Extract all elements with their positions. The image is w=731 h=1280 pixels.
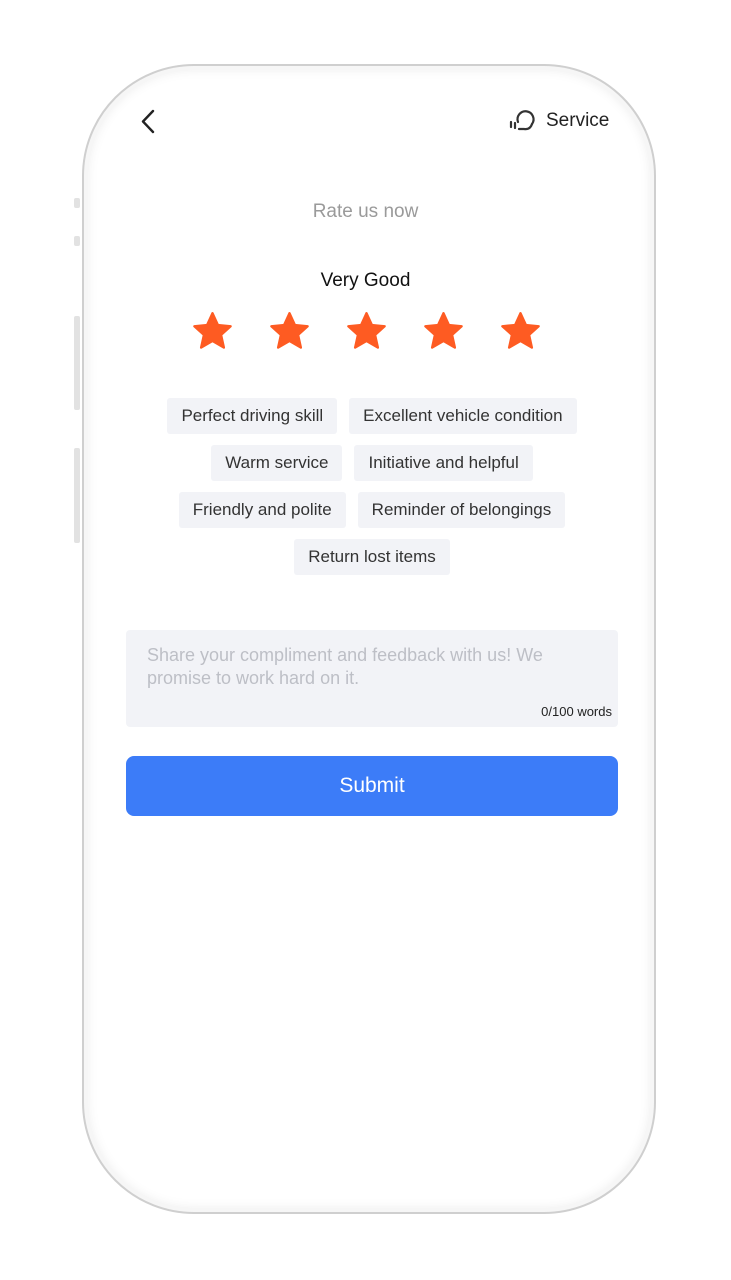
star-icon[interactable]: [421, 309, 466, 354]
feedback-placeholder: Share your compliment and feedback with …: [147, 645, 543, 688]
tag-chip[interactable]: Perfect driving skill: [167, 398, 338, 434]
rating-level-label: Very Good: [320, 270, 411, 291]
star-icon[interactable]: [190, 309, 235, 354]
headset-icon: [509, 110, 535, 131]
service-button[interactable]: Service: [508, 108, 609, 134]
tag-chip[interactable]: Return lost items: [294, 539, 450, 575]
service-label: Service: [546, 110, 610, 131]
star-icon[interactable]: [498, 309, 543, 354]
phone-side-button: [74, 236, 80, 246]
rate-prompt: Rate us now: [312, 201, 419, 222]
star-rating[interactable]: [1, 309, 731, 354]
tag-chip[interactable]: Warm service: [211, 445, 343, 481]
chevron-left-icon: [141, 109, 155, 134]
phone-volume-down-button: [74, 448, 80, 543]
word-counter: 0/100 words: [541, 704, 612, 719]
tag-chip[interactable]: Reminder of belongings: [357, 492, 566, 528]
back-button[interactable]: [138, 108, 160, 136]
submit-button[interactable]: Submit: [126, 756, 618, 816]
tag-list: Perfect driving skill Excellent vehicle c…: [126, 398, 618, 575]
star-icon[interactable]: [267, 309, 312, 354]
tag-chip[interactable]: Initiative and helpful: [354, 445, 533, 481]
tag-chip[interactable]: Excellent vehicle condition: [349, 398, 577, 434]
tag-chip[interactable]: Friendly and polite: [178, 492, 346, 528]
star-icon[interactable]: [344, 309, 389, 354]
feedback-textarea[interactable]: Share your compliment and feedback with …: [126, 630, 618, 727]
